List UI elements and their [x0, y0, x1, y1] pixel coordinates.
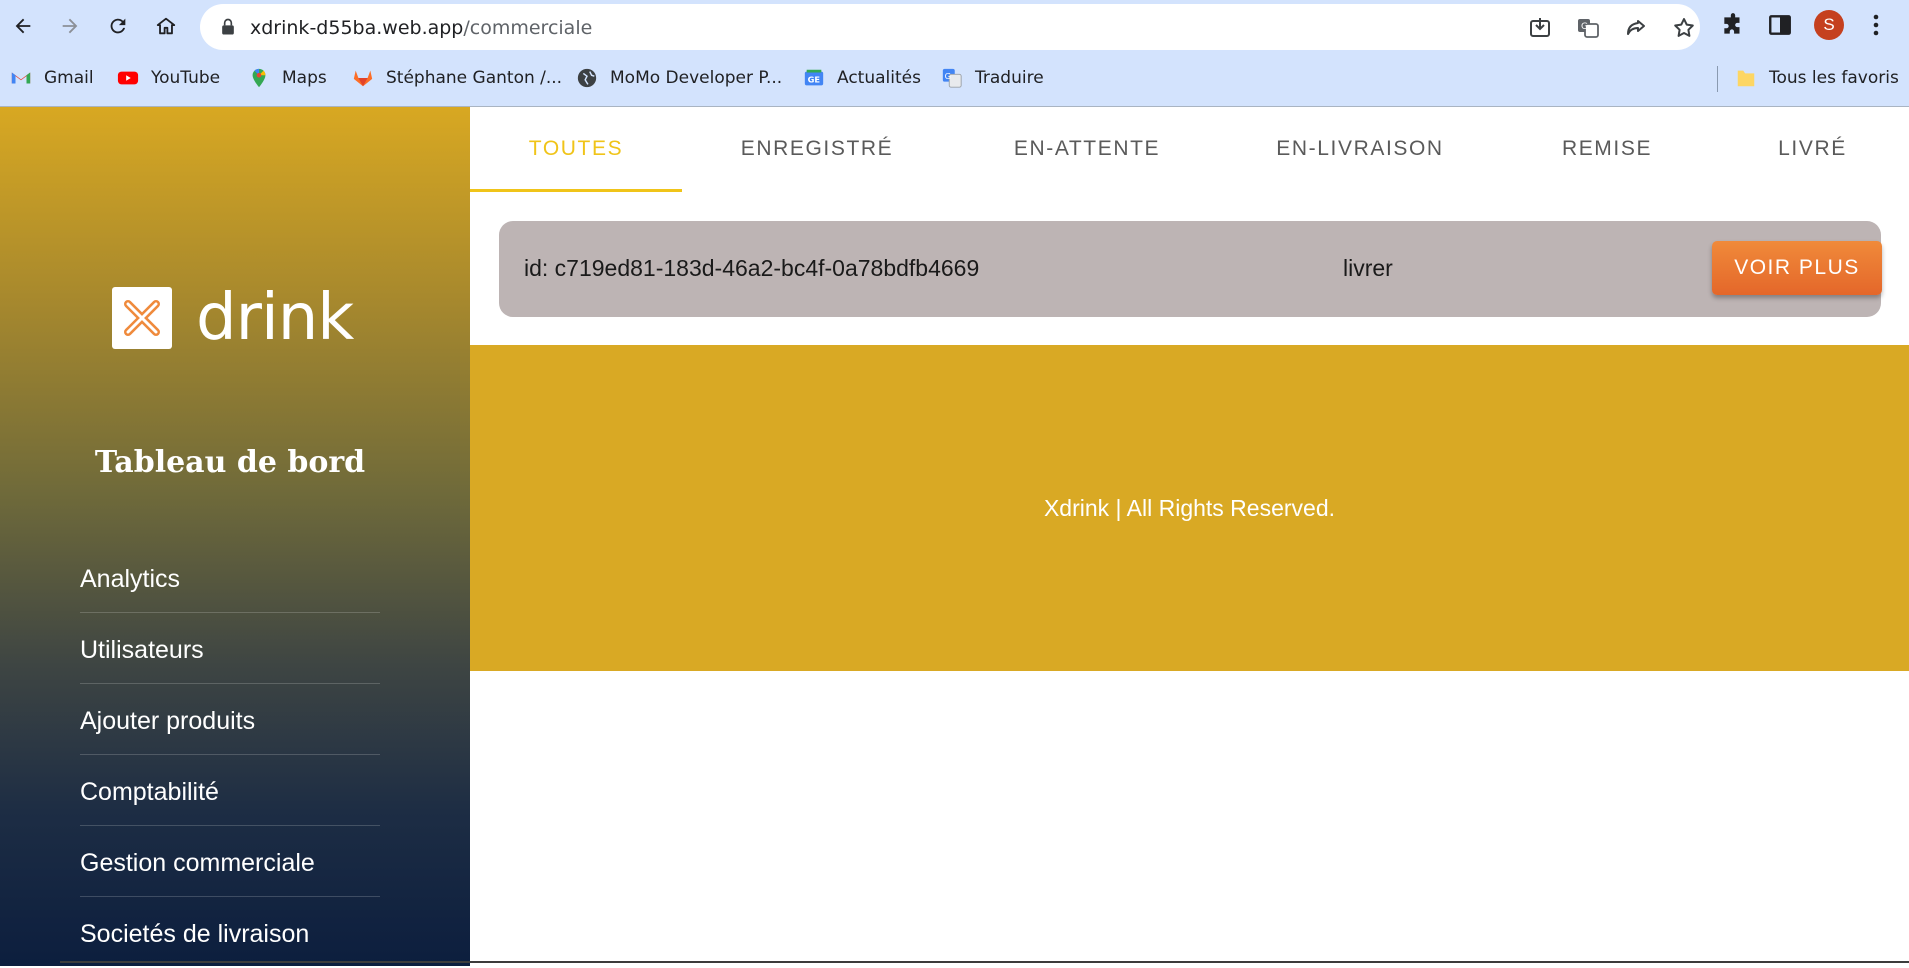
youtube-icon [117, 67, 139, 89]
bookmark-youtube[interactable]: YouTube [117, 62, 220, 94]
bookmark-maps[interactable]: Maps [248, 62, 327, 94]
extensions-button[interactable] [1720, 12, 1746, 38]
lock-icon [222, 18, 234, 35]
translate-icon: G [941, 67, 963, 89]
all-bookmarks-folder[interactable]: Tous les favoris [1735, 62, 1899, 94]
globe-icon [576, 67, 598, 89]
main-content: TOUTES ENREGISTRÉ EN-ATTENTE EN-LIVRAISO… [470, 107, 1909, 966]
tab-enregistre[interactable]: ENREGISTRÉ [682, 107, 952, 191]
svg-text:GE: GE [808, 75, 821, 85]
svg-text:G: G [945, 71, 951, 81]
browser-menu-button[interactable] [1866, 10, 1886, 40]
bookmark-label: Traduire [975, 68, 1044, 88]
bookmark-label: Gmail [44, 68, 94, 88]
bookmark-label: Maps [282, 68, 327, 88]
gitlab-icon [352, 67, 374, 89]
sidebar-menu: Analytics Utilisateurs Ajouter produits … [80, 542, 380, 968]
bookmark-label: Stéphane Ganton /... [386, 68, 563, 88]
translate-icon: G [1578, 19, 1599, 38]
bookmark-star-button[interactable] [1672, 16, 1696, 40]
folder-icon [1735, 67, 1757, 89]
order-card: id: c719ed81-183d-46a2-bc4f-0a78bdfb4669… [499, 221, 1882, 317]
footer-text: Xdrink | All Rights Reserved. [1043, 494, 1336, 521]
address-bar[interactable]: xdrink-d55ba.web.app/commerciale G [200, 4, 1700, 50]
active-tab-indicator [470, 189, 682, 192]
share-icon [1627, 20, 1645, 35]
forward-button[interactable] [53, 9, 87, 43]
tab-en-attente[interactable]: EN-ATTENTE [952, 107, 1222, 191]
tab-livre[interactable]: LIVRÉ [1716, 107, 1909, 191]
more-vert-icon [1873, 14, 1879, 36]
all-bookmarks-label: Tous les favoris [1769, 68, 1899, 88]
side-panel-button[interactable] [1767, 12, 1793, 38]
sidebar-item-ajouter-produits[interactable]: Ajouter produits [80, 684, 380, 755]
profile-avatar[interactable]: S [1814, 10, 1844, 40]
install-app-button[interactable] [1528, 16, 1552, 40]
sidebar-item-utilisateurs[interactable]: Utilisateurs [80, 613, 380, 684]
bookmarks-separator [1717, 66, 1718, 92]
logo-text: drink [196, 281, 354, 355]
bookmarks-bar: Gmail YouTube Maps Stéphane Ganton /... … [0, 62, 1909, 96]
reload-icon [110, 18, 126, 34]
url-text: xdrink-d55ba.web.app/commerciale [250, 17, 592, 39]
home-icon [156, 17, 176, 35]
xdrink-logo[interactable]: drink [112, 281, 354, 355]
tab-en-livraison[interactable]: EN-LIVRAISON [1222, 107, 1498, 191]
url-path: /commerciale [463, 17, 593, 39]
back-button[interactable] [6, 9, 40, 43]
order-id: id: c719ed81-183d-46a2-bc4f-0a78bdfb4669 [524, 255, 980, 281]
order-status-tabs: TOUTES ENREGISTRÉ EN-ATTENTE EN-LIVRAISO… [470, 107, 1909, 192]
bookmark-gitlab[interactable]: Stéphane Ganton /... [352, 62, 562, 94]
bookmark-label: Actualités [837, 68, 921, 88]
browser-chrome: xdrink-d55ba.web.app/commerciale G S Gma… [0, 0, 1909, 107]
install-icon [1530, 18, 1550, 37]
arrow-left-icon [15, 18, 31, 34]
footer: Xdrink | All Rights Reserved. [470, 345, 1909, 671]
side-panel-icon [1769, 15, 1791, 35]
home-button[interactable] [149, 9, 183, 43]
svg-text:G: G [1581, 22, 1588, 32]
reload-button[interactable] [101, 9, 135, 43]
sidebar: drink Tableau de bord Analytics Utilisat… [0, 107, 470, 966]
bookmark-momo[interactable]: MoMo Developer P... [576, 62, 782, 94]
sidebar-item-analytics[interactable]: Analytics [80, 542, 380, 613]
bookmark-label: MoMo Developer P... [610, 68, 783, 88]
tab-remise[interactable]: REMISE [1498, 107, 1716, 191]
gmail-icon [10, 67, 32, 89]
star-icon [1674, 18, 1694, 37]
translate-page-button[interactable]: G [1576, 16, 1600, 40]
bookmark-gmail[interactable]: Gmail [10, 62, 94, 94]
sidebar-item-comptabilite[interactable]: Comptabilité [80, 755, 380, 826]
bookmark-actualites[interactable]: GE Actualités [803, 62, 921, 94]
logo-x-icon [112, 287, 172, 349]
news-icon: GE [803, 67, 825, 89]
url-host: xdrink-d55ba.web.app [250, 17, 464, 39]
sidebar-title: Tableau de bord [94, 445, 366, 480]
window-bottom-edge [60, 961, 1909, 963]
share-button[interactable] [1624, 16, 1648, 40]
maps-icon [248, 67, 270, 89]
puzzle-icon [1724, 13, 1740, 34]
tab-toutes[interactable]: TOUTES [470, 107, 682, 191]
sidebar-item-gestion-commerciale[interactable]: Gestion commerciale [80, 826, 380, 897]
sidebar-item-societes-livraison[interactable]: Societés de livraison [80, 897, 380, 968]
bookmark-label: YouTube [151, 68, 221, 88]
arrow-right-icon [62, 18, 78, 34]
bookmark-traduire[interactable]: G Traduire [941, 62, 1044, 94]
order-status: livrer [1343, 255, 1393, 281]
voir-plus-button[interactable]: VOIR PLUS [1712, 241, 1882, 295]
